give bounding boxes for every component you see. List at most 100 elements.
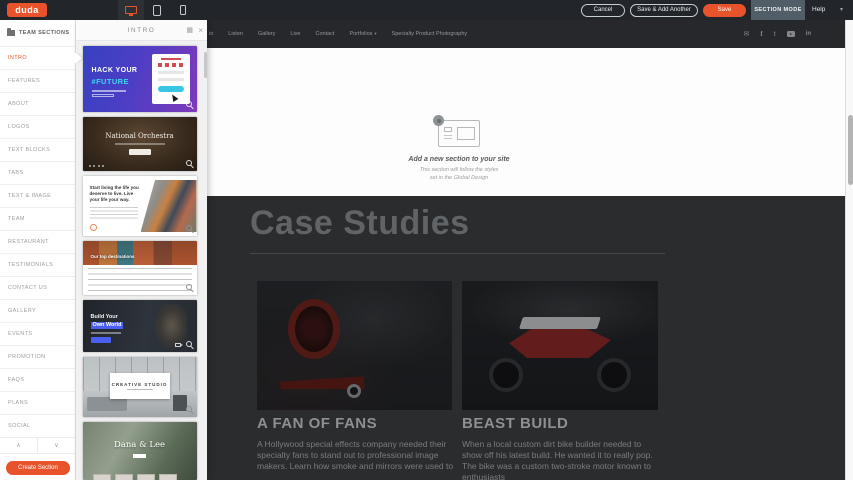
panel-header: INTRO ▦ ×: [76, 20, 207, 41]
studio-card: CREATIVE STUDIO: [110, 373, 170, 399]
section-thumb-start-living[interactable]: Start living the life you deserve to liv…: [83, 176, 197, 236]
carousel-dots: [89, 165, 105, 167]
magnifier-icon[interactable]: [186, 406, 192, 412]
orange-arrow-icon: ›: [90, 224, 97, 231]
chevron-down-icon: ▾: [374, 31, 376, 36]
sidebar-item-about[interactable]: ABOUT: [0, 92, 75, 115]
help-menu[interactable]: Help: [812, 0, 825, 20]
case-study-image-bike[interactable]: [462, 281, 658, 410]
sections-sidebar: TEAM SECTIONS INTRO FEATURES ABOUT LOGOS…: [0, 20, 76, 480]
nav-item-portfolios[interactable]: Portfolios▾: [349, 31, 376, 37]
sidebar-pager: ∧ ∨: [0, 437, 75, 454]
cancel-button[interactable]: Cancel: [581, 4, 625, 17]
magnifier-icon[interactable]: [186, 160, 192, 166]
nav-item-contact[interactable]: Contact: [315, 31, 334, 37]
magnifier-icon[interactable]: [186, 284, 192, 290]
sidebar-item-testimonials[interactable]: TESTIMONIALS: [0, 253, 75, 276]
twitter-icon[interactable]: t: [774, 31, 776, 38]
nav-item-live[interactable]: Live: [290, 31, 300, 37]
sidebar-item-features[interactable]: FEATURES: [0, 69, 75, 92]
section-mode-badge: SECTION MODE: [751, 0, 805, 20]
panel-scrollbar-thumb[interactable]: [204, 52, 207, 78]
tablet-icon: [153, 5, 161, 16]
desktop-view-button[interactable]: [118, 0, 144, 20]
nav-item-gallery[interactable]: Gallery: [258, 31, 275, 37]
mobile-icon: [180, 5, 186, 15]
cta-button: [158, 86, 184, 92]
linkedin-icon[interactable]: in: [806, 31, 811, 38]
mobile-view-button[interactable]: [170, 0, 196, 20]
canvas-scrollbar[interactable]: [845, 20, 853, 480]
sidebar-item-gallery[interactable]: GALLERY: [0, 299, 75, 322]
sidebar-item-plans[interactable]: PLANS: [0, 391, 75, 414]
sidebar-item-events[interactable]: EVENTS: [0, 322, 75, 345]
sidebar-header-label: TEAM SECTIONS: [19, 30, 69, 36]
nav-item-specialty[interactable]: Specialty Product Photography: [392, 31, 468, 37]
sidebar-item-faqs[interactable]: FAQS: [0, 368, 75, 391]
sidebar-item-team[interactable]: TEAM: [0, 207, 75, 230]
placeholder-title: Add a new section to your site: [379, 156, 539, 163]
caret-down-icon[interactable]: ▾: [840, 0, 843, 20]
sidebar-item-text-image[interactable]: TEXT & IMAGE: [0, 184, 75, 207]
section-thumb-creative-studio[interactable]: CREATIVE STUDIO: [83, 357, 197, 417]
facebook-icon[interactable]: f: [760, 31, 762, 38]
article-title: BEAST BUILD: [462, 415, 568, 432]
section-previews-panel: INTRO ▦ × HACK YOUR #FUTURE: [76, 20, 207, 480]
thumb-button: [91, 337, 111, 343]
magnifier-icon[interactable]: [186, 341, 192, 347]
video-icon: [175, 343, 181, 347]
canvas-scrollbar-thumb[interactable]: [848, 115, 853, 185]
heading-divider: [250, 253, 665, 254]
destinations-table: [88, 268, 192, 291]
youtube-icon[interactable]: [787, 31, 795, 37]
section-thumb-top-destinations[interactable]: Our top destinations: [83, 241, 197, 295]
sidebar-item-social[interactable]: SOCIAL: [0, 414, 75, 437]
thumb-button: [133, 454, 146, 458]
section-thumb-hack-your-future[interactable]: HACK YOUR #FUTURE: [83, 46, 197, 112]
email-icon[interactable]: ✉: [743, 31, 749, 38]
device-switcher: [118, 0, 196, 20]
chevron-down-icon: ∨: [54, 442, 58, 449]
thumb-button: [129, 149, 151, 155]
editor-stage: duda Cancel Save & Add Another Save SECT…: [0, 0, 853, 480]
placeholder-subtitle: This section will follow the styles set …: [379, 166, 539, 182]
insert-point-dot-icon[interactable]: [433, 115, 444, 126]
close-icon[interactable]: ×: [198, 20, 203, 41]
scroll-down-button[interactable]: ∨: [38, 438, 75, 453]
destinations-photo: [83, 241, 197, 265]
save-and-add-another-button[interactable]: Save & Add Another: [630, 4, 698, 17]
nav-item-clipped[interactable]: io: [209, 31, 213, 37]
create-section-button[interactable]: Create Section: [6, 461, 70, 475]
sidebar-item-restaurant[interactable]: RESTAURANT: [0, 230, 75, 253]
scroll-up-button[interactable]: ∧: [0, 438, 38, 453]
chevron-up-icon: ∧: [16, 442, 20, 449]
article-body: A Hollywood special effects company need…: [257, 439, 454, 472]
social-icons: ✉ f t in: [743, 20, 811, 48]
sidebar-item-text-blocks[interactable]: TEXT BLOCKS: [0, 138, 75, 161]
magnifier-icon[interactable]: [186, 225, 192, 231]
section-thumb-national-orchestra[interactable]: National Orchestra: [83, 117, 197, 171]
section-thumb-dana-and-lee[interactable]: Dana & Lee: [83, 422, 197, 480]
add-section-placeholder[interactable]: Add a new section to your site This sect…: [379, 120, 539, 182]
desktop-icon: [125, 6, 137, 14]
sidebar-item-contact-us[interactable]: CONTACT US: [0, 276, 75, 299]
sidebar-item-intro[interactable]: INTRO: [0, 46, 75, 69]
grid-view-icon[interactable]: ▦: [186, 20, 193, 41]
sidebar-item-promotion[interactable]: PROMOTION: [0, 345, 75, 368]
folder-icon: [7, 30, 15, 36]
sidebar-item-logos[interactable]: LOGOS: [0, 115, 75, 138]
article-body: When a local custom dirt bike builder ne…: [462, 439, 659, 480]
sidebar-header: TEAM SECTIONS: [0, 20, 75, 46]
magnifier-icon[interactable]: [186, 101, 192, 107]
tablet-view-button[interactable]: [144, 0, 170, 20]
section-thumb-build-your-own-world[interactable]: Build Your Own World: [83, 300, 197, 352]
save-button[interactable]: Save: [703, 4, 746, 17]
sidebar-item-tabs[interactable]: TABS: [0, 161, 75, 184]
gallery-strip: [93, 474, 177, 480]
app-top-bar: duda Cancel Save & Add Another Save SECT…: [0, 0, 853, 20]
nav-item-listen[interactable]: Listen: [228, 31, 243, 37]
case-studies-heading: Case Studies: [250, 204, 470, 243]
section-placeholder-icon: [438, 120, 480, 147]
case-study-image-fan[interactable]: [257, 281, 452, 410]
thumbnail-list: HACK YOUR #FUTURE National Orchestra: [76, 41, 203, 480]
